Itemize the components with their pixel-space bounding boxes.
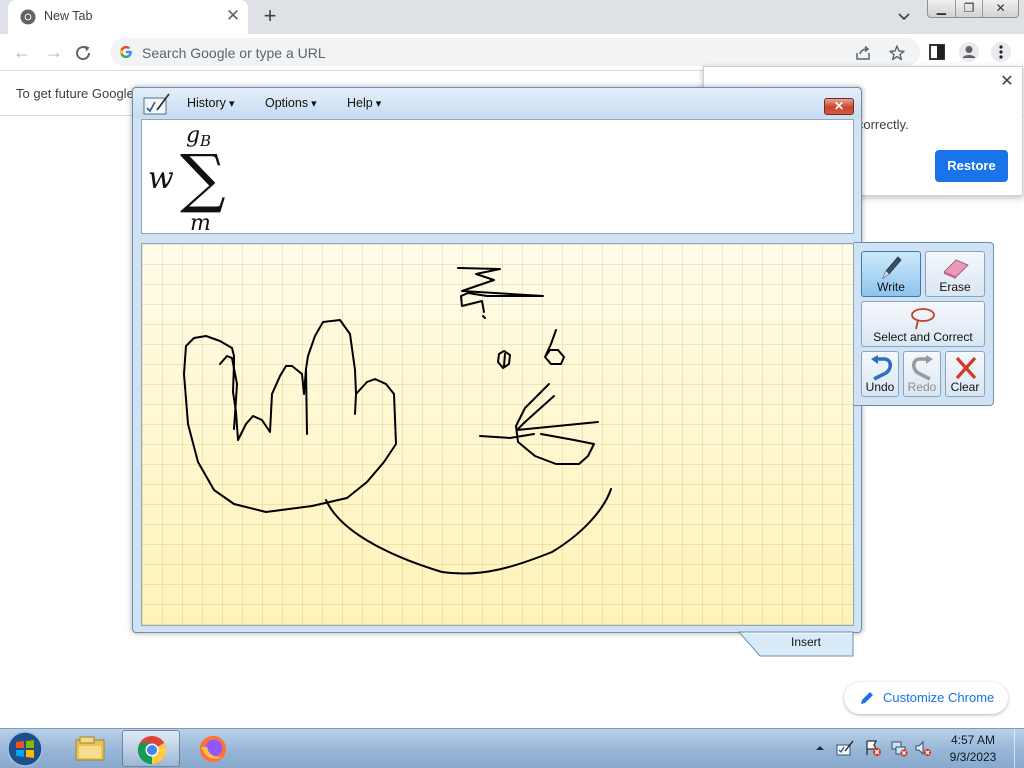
erase-button[interactable]: Erase bbox=[925, 251, 985, 297]
taskbar-clock[interactable]: 4:57 AM 9/3/2023 bbox=[936, 732, 1010, 766]
browser-toolbar: ← → Search Google or type a URL bbox=[0, 34, 1024, 70]
start-button-icon[interactable] bbox=[5, 730, 45, 768]
tray-volume-icon[interactable] bbox=[914, 739, 932, 757]
tab-search-chevron-icon[interactable] bbox=[894, 8, 914, 26]
ink-stroke bbox=[482, 315, 486, 319]
undo-button[interactable]: Undo bbox=[861, 351, 899, 397]
ink-stroke bbox=[516, 395, 599, 431]
ink-stroke bbox=[544, 329, 565, 365]
popup-close-icon[interactable]: ✕ bbox=[998, 73, 1016, 91]
taskbar-firefox[interactable] bbox=[184, 730, 242, 767]
erase-label: Erase bbox=[939, 280, 971, 294]
taskbar: 4:57 AM 9/3/2023 bbox=[0, 728, 1024, 768]
tray-expand-icon[interactable] bbox=[814, 739, 826, 757]
write-button[interactable]: Write bbox=[861, 251, 921, 297]
omnibox-placeholder: Search Google or type a URL bbox=[142, 45, 326, 61]
tools-panel: Write Erase Select and Correct Undo Redo bbox=[854, 242, 994, 406]
eraser-icon bbox=[943, 259, 969, 279]
firefox-icon bbox=[199, 735, 227, 763]
select-and-correct-label: Select and Correct bbox=[873, 330, 973, 344]
back-arrow-icon[interactable]: ← bbox=[8, 38, 36, 66]
ink-stroke bbox=[219, 355, 238, 430]
clock-time: 4:57 AM bbox=[950, 733, 996, 747]
math-input-app-icon bbox=[143, 93, 170, 115]
handwriting-canvas[interactable] bbox=[141, 243, 854, 626]
math-input-panel: History Options Help ✕ w ∑ g B m bbox=[132, 87, 862, 633]
window-controls: ▁ ❐ ✕ bbox=[927, 0, 1019, 18]
clock-date: 9/3/2023 bbox=[949, 750, 997, 764]
ink-stroke bbox=[354, 393, 357, 415]
ink-stroke bbox=[479, 433, 535, 439]
formula-coefficient: w bbox=[148, 161, 174, 196]
minimize-button[interactable]: ▁ bbox=[928, 0, 956, 17]
restore-window-button[interactable]: ❐ bbox=[956, 0, 984, 17]
pencil-icon bbox=[861, 692, 873, 704]
math-input-titlebar: History Options Help ✕ bbox=[133, 88, 861, 118]
redo-label: Redo bbox=[907, 380, 937, 394]
chrome-icon bbox=[20, 9, 36, 25]
clear-button[interactable]: Clear bbox=[945, 351, 985, 397]
write-label: Write bbox=[877, 280, 905, 294]
bookmark-star-icon[interactable] bbox=[888, 44, 906, 62]
ink-stroke bbox=[457, 267, 544, 313]
math-preview-formula: w ∑ g B m bbox=[148, 123, 226, 233]
restore-button[interactable]: Restore bbox=[935, 150, 1008, 182]
insert-label: Insert bbox=[790, 635, 821, 649]
formula-sigma: ∑ bbox=[180, 142, 226, 216]
close-window-button[interactable]: ✕ bbox=[983, 0, 1018, 17]
file-explorer-icon bbox=[75, 736, 105, 761]
menu-help[interactable]: Help bbox=[347, 96, 381, 110]
share-icon[interactable] bbox=[854, 44, 872, 62]
customize-chrome-button[interactable]: Customize Chrome bbox=[844, 682, 1008, 714]
side-panel-icon[interactable] bbox=[926, 41, 948, 63]
lasso-icon bbox=[911, 308, 935, 330]
google-g-icon bbox=[120, 46, 132, 58]
customize-chrome-label: Customize Chrome bbox=[883, 690, 995, 705]
undo-icon bbox=[871, 355, 892, 381]
insert-button[interactable]: Insert bbox=[738, 631, 854, 657]
select-and-correct-button[interactable]: Select and Correct bbox=[861, 301, 985, 347]
clear-label: Clear bbox=[950, 380, 980, 394]
pen-icon bbox=[882, 256, 902, 280]
ink-stroke bbox=[183, 319, 397, 513]
menu-history[interactable]: History bbox=[187, 96, 234, 110]
taskbar-chrome[interactable] bbox=[122, 730, 180, 767]
tab-new-tab[interactable]: New Tab ✕ bbox=[8, 0, 248, 34]
reload-icon[interactable] bbox=[72, 42, 94, 64]
menu-options[interactable]: Options bbox=[265, 96, 317, 110]
more-menu-icon[interactable] bbox=[990, 41, 1012, 63]
chrome-icon bbox=[137, 735, 167, 765]
tray-network-icon[interactable] bbox=[890, 739, 908, 757]
tab-strip: New Tab ✕ + ▁ ❐ ✕ bbox=[0, 0, 1024, 34]
formula-lower-limit: m bbox=[190, 211, 211, 233]
ink-stroke bbox=[325, 488, 612, 575]
forward-arrow-icon[interactable]: → bbox=[40, 38, 68, 66]
profile-avatar-icon[interactable] bbox=[958, 41, 980, 63]
tray-action-center-icon[interactable] bbox=[864, 739, 882, 757]
formula-upper-limit: g bbox=[186, 123, 200, 148]
close-panel-button[interactable]: ✕ bbox=[824, 98, 854, 115]
infobar-message: To get future Google bbox=[16, 86, 134, 101]
new-tab-button[interactable]: + bbox=[258, 3, 282, 29]
formula-upper-subscript: B bbox=[199, 132, 211, 150]
tray-math-input-icon[interactable] bbox=[836, 739, 854, 757]
ink-stroke bbox=[305, 368, 308, 435]
clear-x-icon bbox=[955, 356, 977, 380]
show-desktop-button[interactable] bbox=[1014, 729, 1024, 768]
tab-close-icon[interactable]: ✕ bbox=[224, 7, 242, 25]
omnibox[interactable]: Search Google or type a URL bbox=[110, 38, 920, 66]
math-preview-area: w ∑ g B m bbox=[141, 119, 854, 234]
undo-label: Undo bbox=[865, 380, 895, 394]
tab-title: New Tab bbox=[44, 9, 93, 23]
ink-stroke bbox=[503, 353, 506, 367]
redo-button[interactable]: Redo bbox=[903, 351, 941, 397]
taskbar-file-explorer[interactable] bbox=[61, 730, 119, 767]
redo-icon bbox=[912, 355, 933, 381]
handwriting-ink bbox=[183, 267, 612, 575]
